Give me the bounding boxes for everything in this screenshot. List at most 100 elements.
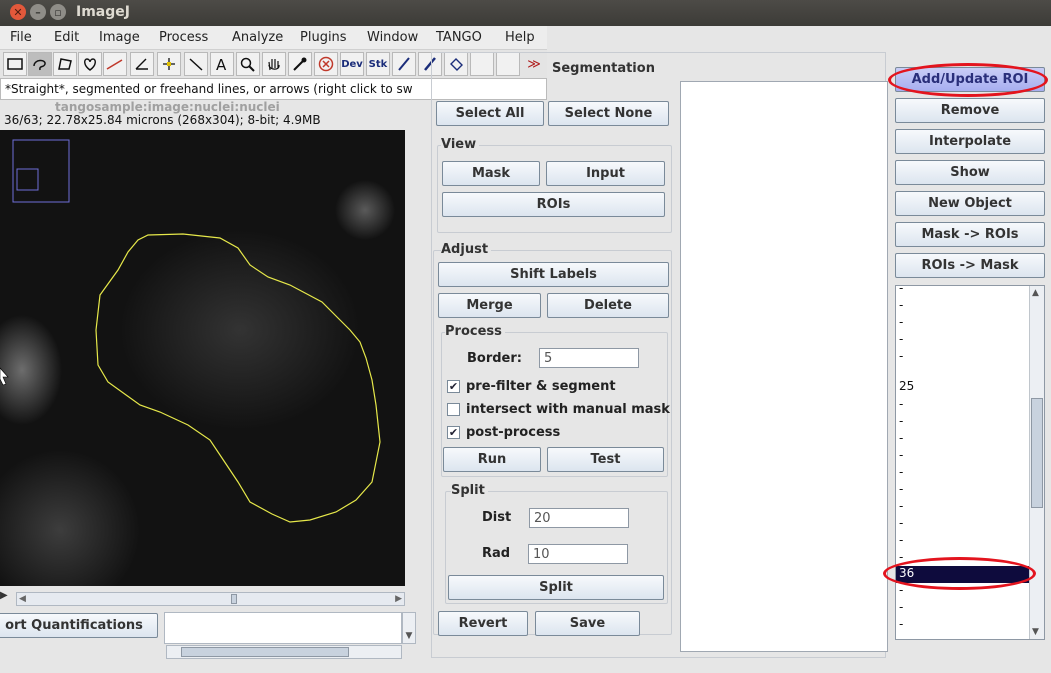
slice-scrollbar[interactable]: ◀ ▶ (16, 592, 405, 606)
bottom-hscroll-thumb[interactable] (181, 647, 349, 657)
polygon-tool-icon[interactable] (53, 52, 77, 76)
list-item[interactable]: - (896, 465, 1030, 482)
rois-to-mask-button[interactable]: ROIs -> Mask (895, 253, 1045, 278)
point-tool-icon[interactable] (157, 52, 181, 76)
postprocess-checkbox[interactable]: ✔ (447, 426, 460, 439)
postprocess-label: post-process (466, 425, 561, 440)
slice-list-scroll-thumb[interactable] (1031, 398, 1043, 508)
process-title: Process (445, 324, 505, 339)
new-object-button[interactable]: New Object (895, 191, 1045, 216)
border-field[interactable]: 5 (539, 348, 639, 368)
image-canvas[interactable] (0, 130, 405, 586)
svg-text:A: A (216, 56, 227, 72)
object-list-area[interactable] (680, 81, 888, 652)
bottom-hscroll[interactable] (166, 645, 402, 659)
list-item[interactable]: - (896, 315, 1030, 332)
magnifier-icon[interactable] (236, 52, 260, 76)
rad-label: Rad (482, 546, 511, 561)
list-item[interactable]: - (896, 600, 1030, 617)
menu-analyze[interactable]: Analyze (232, 30, 283, 45)
menu-file[interactable]: File (10, 30, 32, 45)
menu-window[interactable]: Window (367, 30, 418, 45)
slice-scroll-thumb[interactable] (231, 594, 237, 604)
scroll-down-icon[interactable]: ▼ (402, 612, 416, 644)
oval-tool-icon[interactable] (78, 52, 102, 76)
close-window-icon[interactable]: ✕ (10, 4, 26, 20)
delete-button[interactable]: Delete (547, 293, 669, 318)
scroll-up-icon[interactable]: ▲ (1032, 288, 1039, 298)
intersect-checkbox[interactable] (447, 403, 460, 416)
image-window-title: tangosample:image:nuclei:nuclei (55, 100, 280, 114)
list-item[interactable]: - (896, 499, 1030, 516)
save-button[interactable]: Save (535, 611, 640, 636)
merge-button[interactable]: Merge (438, 293, 541, 318)
scroll-right-icon[interactable]: ▶ (395, 594, 402, 604)
postprocess-checkbox-row[interactable]: ✔ post-process (447, 425, 560, 440)
scroll-left-icon[interactable]: ◀ (19, 594, 26, 604)
list-item[interactable]: 25 (896, 379, 1030, 396)
menu-tango[interactable]: TANGO (436, 30, 482, 45)
list-item[interactable]: - (896, 349, 1030, 366)
close-circle-icon[interactable] (314, 52, 338, 76)
select-none-button[interactable]: Select None (548, 101, 669, 126)
list-item[interactable]: - (896, 516, 1030, 533)
scroll-down-icon[interactable]: ▼ (1032, 627, 1039, 637)
intersect-checkbox-row[interactable]: intersect with manual mask (447, 402, 670, 417)
angle-tool-icon[interactable] (130, 52, 154, 76)
slice-list-scrollbar[interactable]: ▲ ▼ (1029, 286, 1044, 639)
interpolate-button[interactable]: Interpolate (895, 129, 1045, 154)
list-item[interactable]: - (896, 482, 1030, 499)
view-title: View (441, 137, 480, 152)
show-button[interactable]: Show (895, 160, 1045, 185)
image-info: 36/63; 22.78x25.84 microns (268x304); 8-… (4, 113, 321, 127)
list-item[interactable]: - (896, 332, 1030, 349)
freehand-tool-icon[interactable] (28, 52, 52, 76)
revert-button[interactable]: Revert (438, 611, 528, 636)
segmentation-title: Segmentation (552, 61, 655, 76)
menu-process[interactable]: Process (159, 30, 208, 45)
select-all-button[interactable]: Select All (436, 101, 544, 126)
shift-labels-button[interactable]: Shift Labels (438, 262, 669, 287)
menu-image[interactable]: Image (99, 30, 140, 45)
menu-edit[interactable]: Edit (54, 30, 79, 45)
prefilter-checkbox-row[interactable]: ✔ pre-filter & segment (447, 379, 616, 394)
run-button[interactable]: Run (443, 447, 541, 472)
hand-icon[interactable] (262, 52, 286, 76)
list-item[interactable]: - (896, 397, 1030, 414)
list-item[interactable]: - (896, 431, 1030, 448)
text-tool-icon[interactable]: A (210, 52, 234, 76)
list-item[interactable]: - (896, 286, 1030, 298)
prefilter-label: pre-filter & segment (466, 379, 616, 394)
mask-to-rois-button[interactable]: Mask -> ROIs (895, 222, 1045, 247)
dist-field[interactable]: 20 (529, 508, 629, 528)
list-item[interactable]: - (896, 298, 1030, 315)
stk-menu-icon[interactable]: Stk (366, 52, 390, 76)
remove-button[interactable]: Remove (895, 98, 1045, 123)
export-quantifications-button[interactable]: ort Quantifications (0, 613, 158, 638)
mask-button[interactable]: Mask (442, 161, 540, 186)
list-item[interactable]: - (896, 533, 1030, 550)
prefilter-checkbox[interactable]: ✔ (447, 380, 460, 393)
split-button[interactable]: Split (448, 575, 664, 600)
wand-tool-icon[interactable] (184, 52, 208, 76)
bottom-list[interactable] (164, 612, 402, 644)
dev-menu-icon[interactable]: Dev (340, 52, 364, 76)
rectangle-tool-icon[interactable] (3, 52, 27, 76)
split-title: Split (451, 483, 488, 498)
list-item[interactable]: - (896, 448, 1030, 465)
menu-help[interactable]: Help (505, 30, 535, 45)
input-button[interactable]: Input (546, 161, 665, 186)
list-item[interactable]: - (896, 632, 1030, 639)
menu-plugins[interactable]: Plugins (300, 30, 347, 45)
play-icon[interactable]: ▶ (0, 590, 12, 606)
test-button[interactable]: Test (547, 447, 664, 472)
roi-outline (95, 233, 381, 523)
list-item[interactable]: - (896, 414, 1030, 431)
rois-button[interactable]: ROIs (442, 192, 665, 217)
color-picker-icon[interactable] (288, 52, 312, 76)
pencil-icon[interactable] (392, 52, 416, 76)
rad-field[interactable]: 10 (528, 544, 628, 564)
maximize-window-icon[interactable]: ▫ (50, 4, 66, 20)
minimize-window-icon[interactable]: – (30, 4, 46, 20)
line-tool-icon[interactable] (103, 52, 127, 76)
